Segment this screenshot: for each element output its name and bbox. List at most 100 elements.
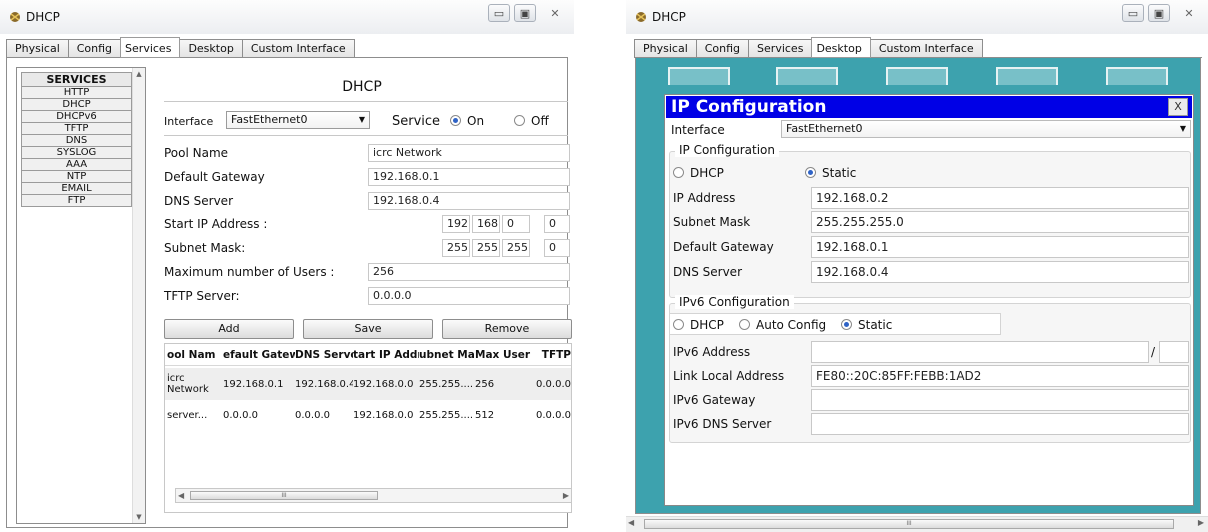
default-gateway-input[interactable]: 192.168.0.1	[811, 236, 1189, 258]
col-max-users[interactable]: Max User	[475, 349, 535, 361]
interface-label: Interface	[164, 115, 214, 128]
start-ip-octet-2[interactable]: 168	[472, 215, 500, 233]
ipv6-dns-input[interactable]	[811, 413, 1189, 435]
start-ip-octet-4[interactable]: 0	[544, 215, 570, 233]
scroll-thumb[interactable]: III	[644, 519, 1174, 529]
interface-select[interactable]: FastEthernet0 ▼	[781, 120, 1191, 138]
scroll-right-icon[interactable]: ▶	[563, 489, 569, 502]
maximize-icon: ▣	[1153, 6, 1165, 20]
remove-button[interactable]: Remove	[442, 319, 572, 339]
ip-address-input[interactable]: 192.168.0.2	[811, 187, 1189, 209]
tab-physical[interactable]: Physical	[6, 39, 69, 57]
desktop-app-icon[interactable]	[996, 67, 1058, 85]
subnet-octet-2[interactable]: 255	[472, 239, 500, 257]
dns-server-label: DNS Server	[164, 194, 233, 208]
table-row[interactable]: icrc Network 192.168.0.1 192.168.0.4 192…	[165, 368, 571, 400]
tab-config[interactable]: Config	[695, 39, 750, 57]
subnet-mask-input[interactable]: 255.255.255.0	[811, 211, 1189, 233]
ipv6-dhcp-label: DHCP	[690, 318, 724, 332]
col-subnet-mask[interactable]: ubnet Mas	[419, 349, 475, 361]
subnet-octet-4[interactable]: 0	[544, 239, 570, 257]
cell-max-users: 256	[475, 378, 495, 390]
desktop-horizontal-scrollbar[interactable]: ◀ III ▶	[626, 516, 1208, 532]
ipv4-dhcp-radio[interactable]: DHCP	[673, 166, 724, 180]
tab-physical[interactable]: Physical	[634, 39, 697, 57]
save-button[interactable]: Save	[303, 319, 433, 339]
tab-services[interactable]: Services	[120, 37, 181, 58]
default-gateway-input[interactable]: 192.168.0.1	[368, 168, 570, 186]
table-horizontal-scrollbar[interactable]: ◀ III ▶	[175, 488, 571, 503]
subnet-mask-label: Subnet Mask	[673, 215, 751, 229]
service-item-tftp[interactable]: TFTP	[21, 123, 132, 135]
desktop-app-icon[interactable]	[1106, 67, 1168, 85]
service-off-radio[interactable]: Off	[514, 114, 549, 128]
minimize-button[interactable]: ▭	[1122, 4, 1144, 22]
service-item-http[interactable]: HTTP	[21, 87, 132, 99]
static-label: Static	[822, 166, 857, 180]
subnet-octet-1[interactable]: 255	[442, 239, 470, 257]
col-start-ip[interactable]: tart IP Addre	[353, 349, 419, 361]
service-item-dns[interactable]: DNS	[21, 135, 132, 147]
col-pool-name[interactable]: ool Nam	[165, 349, 223, 361]
ipv6-dhcp-radio[interactable]: DHCP	[673, 318, 724, 332]
divider	[781, 151, 931, 152]
max-users-input[interactable]: 256	[368, 263, 570, 281]
close-button[interactable]: ✕	[1174, 4, 1204, 22]
cell-pool-name: server...	[167, 409, 208, 421]
start-ip-octet-1[interactable]: 192	[442, 215, 470, 233]
tab-desktop[interactable]: Desktop	[179, 39, 243, 57]
tab-config[interactable]: Config	[67, 39, 122, 57]
maximize-button[interactable]: ▣	[514, 4, 536, 22]
tab-desktop[interactable]: Desktop	[811, 37, 871, 58]
service-on-radio[interactable]: On	[450, 114, 484, 128]
close-button[interactable]: ✕	[540, 4, 570, 22]
scroll-right-icon[interactable]: ▶	[1198, 518, 1204, 527]
ipv6-static-radio[interactable]: Static	[841, 318, 892, 332]
col-dns-server[interactable]: DNS Serve	[295, 349, 353, 361]
service-item-ntp[interactable]: NTP	[21, 171, 132, 183]
start-ip-octet-3[interactable]: 0	[502, 215, 530, 233]
ip-config-close-button[interactable]: X	[1168, 98, 1188, 116]
scroll-left-icon[interactable]: ◀	[178, 489, 184, 502]
scroll-thumb[interactable]: III	[190, 491, 378, 500]
dns-server-input[interactable]: 192.168.0.4	[368, 192, 570, 210]
desktop-app-icon[interactable]	[668, 67, 730, 85]
desktop-app-icon[interactable]	[776, 67, 838, 85]
desktop-app-icon[interactable]	[886, 67, 948, 85]
service-item-ftp[interactable]: FTP	[21, 195, 132, 207]
minimize-icon: ▭	[1127, 6, 1139, 20]
pool-name-input[interactable]: icrc Network	[368, 144, 570, 162]
tab-services[interactable]: Services	[748, 39, 813, 57]
services-header: SERVICES	[21, 72, 132, 87]
minimize-button[interactable]: ▭	[488, 4, 510, 22]
tab-custom-interface[interactable]: Custom Interface	[241, 39, 355, 57]
service-item-dhcp[interactable]: DHCP	[21, 99, 132, 111]
link-local-input[interactable]: FE80::20C:85FF:FEBB:1AD2	[811, 365, 1189, 387]
subnet-octet-3[interactable]: 255	[502, 239, 530, 257]
interface-select[interactable]: FastEthernet0 ▼	[226, 111, 370, 129]
col-tftp[interactable]: TFTP	[535, 349, 571, 361]
service-item-email[interactable]: EMAIL	[21, 183, 132, 195]
scroll-left-icon[interactable]: ◀	[628, 518, 634, 527]
router-app-icon	[10, 12, 20, 22]
maximize-button[interactable]: ▣	[1148, 4, 1170, 22]
dns-server-label: DNS Server	[673, 265, 742, 279]
add-button[interactable]: Add	[164, 319, 294, 339]
cell-gateway: 0.0.0.0	[223, 409, 258, 421]
service-item-dhcpv6[interactable]: DHCPv6	[21, 111, 132, 123]
service-item-aaa[interactable]: AAA	[21, 159, 132, 171]
ipv6-gateway-input[interactable]	[811, 389, 1189, 411]
ipv6-auto-config-radio[interactable]: Auto Config	[739, 318, 826, 332]
tftp-server-input[interactable]: 0.0.0.0	[368, 287, 570, 305]
tab-custom-interface[interactable]: Custom Interface	[869, 39, 983, 57]
col-default-gateway[interactable]: efault Gatewa	[223, 349, 295, 361]
scroll-up-icon[interactable]: ▲	[133, 68, 145, 80]
ipv4-static-radio[interactable]: Static	[805, 166, 856, 180]
dns-server-input[interactable]: 192.168.0.4	[811, 261, 1189, 283]
scroll-down-icon[interactable]: ▼	[133, 511, 145, 523]
ipv6-prefix-input[interactable]	[1159, 341, 1189, 363]
table-row[interactable]: server... 0.0.0.0 0.0.0.0 192.168.0.0 25…	[165, 402, 571, 428]
services-scrollbar[interactable]: ▲ ▼	[132, 68, 145, 523]
ipv6-address-input[interactable]	[811, 341, 1149, 363]
service-item-syslog[interactable]: SYSLOG	[21, 147, 132, 159]
